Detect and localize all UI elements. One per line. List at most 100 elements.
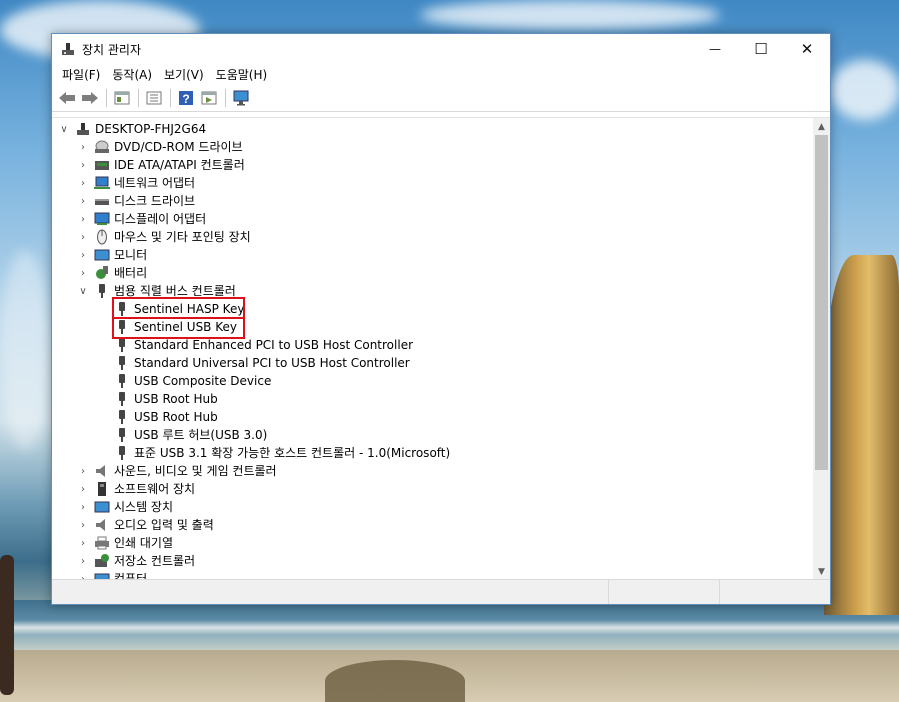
close-button[interactable]: ✕ <box>784 34 830 64</box>
tree-root[interactable]: ∨ DESKTOP-FHJ2G64 <box>58 120 206 138</box>
status-cell <box>609 580 720 604</box>
status-cell <box>52 580 609 604</box>
display-adapter-icon <box>94 211 110 227</box>
back-button[interactable] <box>56 87 78 109</box>
tree-item-label: 오디오 입력 및 출력 <box>114 518 214 532</box>
scroll-up-icon[interactable]: ▲ <box>813 118 830 135</box>
usb-device-root-hub-3[interactable]: USB 루트 허브(USB 3.0) <box>114 426 267 444</box>
tree-item-label: USB Root Hub <box>134 410 218 424</box>
collapse-arrow-icon[interactable]: ∨ <box>58 124 70 135</box>
properties-icon <box>114 91 130 105</box>
tree-item-label: USB Composite Device <box>134 374 272 388</box>
software-device-icon <box>94 481 110 497</box>
collapse-arrow-icon[interactable]: ∨ <box>77 286 89 297</box>
expand-arrow-icon[interactable]: › <box>77 268 89 279</box>
expand-arrow-icon[interactable]: › <box>77 232 89 243</box>
rock-formation <box>824 255 899 615</box>
scroll-thumb[interactable] <box>815 135 828 470</box>
toolbar-separator <box>225 89 226 107</box>
tree-item-label: 마우스 및 기타 포인팅 장치 <box>114 230 251 244</box>
expand-arrow-icon[interactable]: › <box>77 556 89 567</box>
runner-silhouette <box>0 555 14 695</box>
window-title: 장치 관리자 <box>82 42 142 57</box>
expand-arrow-icon[interactable]: › <box>77 484 89 495</box>
system-device-icon <box>94 499 110 515</box>
device-manager-icon <box>60 41 76 57</box>
toolbar-separator <box>106 89 107 107</box>
tree-item-label: IDE ATA/ATAPI 컨트롤러 <box>114 158 245 172</box>
expand-arrow-icon[interactable]: › <box>77 142 89 153</box>
usb-icon <box>114 355 130 371</box>
expand-arrow-icon[interactable]: › <box>77 214 89 225</box>
expand-arrow-icon[interactable]: › <box>77 178 89 189</box>
usb-device-root-hub[interactable]: USB Root Hub <box>114 390 218 408</box>
sea <box>0 600 899 650</box>
menu-action[interactable]: 동작(A) <box>106 66 158 83</box>
tree-item-label: 모니터 <box>114 248 148 262</box>
device-manager-window: 장치 관리자 — ☐ ✕ 파일(F) 동작(A) 보기(V) 도움말(H) ? <box>51 33 831 605</box>
tree-item-mouse[interactable]: › 마우스 및 기타 포인팅 장치 <box>77 228 251 246</box>
tree-item-network[interactable]: › 네트워크 어댑터 <box>77 174 195 192</box>
tree-item-ide[interactable]: › IDE ATA/ATAPI 컨트롤러 <box>77 156 245 174</box>
usb-device-composite[interactable]: USB Composite Device <box>114 372 271 390</box>
tree-item-dvd[interactable]: › DVD/CD-ROM 드라이브 <box>77 138 243 156</box>
minimize-icon: — <box>709 42 721 56</box>
tree-item-system[interactable]: › 시스템 장치 <box>77 498 173 516</box>
scroll-down-icon[interactable]: ▼ <box>813 563 830 580</box>
expand-arrow-icon[interactable]: › <box>77 250 89 261</box>
tree-item-battery[interactable]: › 배터리 <box>77 264 147 282</box>
tree-item-storage[interactable]: › 저장소 컨트롤러 <box>77 552 195 570</box>
monitor-icon <box>233 90 249 106</box>
expand-arrow-icon[interactable]: › <box>77 160 89 171</box>
battery-icon <box>94 265 110 281</box>
expand-arrow-icon[interactable]: › <box>77 196 89 207</box>
status-cell <box>720 580 830 604</box>
menu-file[interactable]: 파일(F) <box>56 66 106 83</box>
tree-item-print-queue[interactable]: › 인쇄 대기열 <box>77 534 173 552</box>
tree-item-sound[interactable]: › 사운드, 비디오 및 게임 컨트롤러 <box>77 462 277 480</box>
forward-button[interactable] <box>79 87 101 109</box>
device-list-button[interactable] <box>143 87 165 109</box>
expand-arrow-icon[interactable]: › <box>77 466 89 477</box>
close-icon: ✕ <box>800 40 814 58</box>
usb-icon <box>114 391 130 407</box>
highlight-box <box>112 317 245 339</box>
run-button[interactable] <box>198 87 220 109</box>
device-tree-content: ∨ DESKTOP-FHJ2G64 › DVD/CD-ROM 드라이브 › ID… <box>52 118 813 580</box>
properties-button[interactable] <box>111 87 133 109</box>
minimize-button[interactable]: — <box>692 34 738 64</box>
menu-bar: 파일(F) 동작(A) 보기(V) 도움말(H) <box>52 64 830 85</box>
maximize-button[interactable]: ☐ <box>738 34 784 64</box>
menu-help[interactable]: 도움말(H) <box>210 66 274 83</box>
tree-item-label: 디스크 드라이브 <box>114 194 196 208</box>
tree-item-display[interactable]: › 디스플레이 어댑터 <box>77 210 206 228</box>
tree-item-software[interactable]: › 소프트웨어 장치 <box>77 480 195 498</box>
menu-view[interactable]: 보기(V) <box>158 66 210 83</box>
help-button[interactable]: ? <box>175 87 197 109</box>
root-label: DESKTOP-FHJ2G64 <box>95 122 207 136</box>
tree-item-disk[interactable]: › 디스크 드라이브 <box>77 192 195 210</box>
toolbar-separator <box>170 89 171 107</box>
cloud <box>0 250 50 450</box>
speaker-icon <box>94 463 110 479</box>
expand-arrow-icon[interactable]: › <box>77 520 89 531</box>
title-bar: 장치 관리자 — ☐ ✕ <box>52 34 830 64</box>
run-icon <box>201 91 217 105</box>
ide-controller-icon <box>94 157 110 173</box>
usb-icon <box>114 373 130 389</box>
tree-item-label: 네트워크 어댑터 <box>114 176 196 190</box>
tree-item-label: 인쇄 대기열 <box>114 536 174 550</box>
scan-hardware-button[interactable] <box>230 87 252 109</box>
device-tree: ∨ DESKTOP-FHJ2G64 › DVD/CD-ROM 드라이브 › ID… <box>52 117 830 580</box>
usb-device-root-hub[interactable]: USB Root Hub <box>114 408 218 426</box>
usb-device-universal-host[interactable]: Standard Universal PCI to USB Host Contr… <box>114 354 410 372</box>
tree-item-audio[interactable]: › 오디오 입력 및 출력 <box>77 516 214 534</box>
vertical-scrollbar[interactable]: ▲ ▼ <box>813 118 830 580</box>
expand-arrow-icon[interactable]: › <box>77 538 89 549</box>
tree-item-monitor[interactable]: › 모니터 <box>77 246 147 264</box>
tree-item-label: 사운드, 비디오 및 게임 컨트롤러 <box>114 464 277 478</box>
tree-item-label: 저장소 컨트롤러 <box>114 554 196 568</box>
usb-device-xhci[interactable]: 표준 USB 3.1 확장 가능한 호스트 컨트롤러 - 1.0(Microso… <box>114 444 450 462</box>
mouse-icon <box>94 229 110 245</box>
expand-arrow-icon[interactable]: › <box>77 502 89 513</box>
